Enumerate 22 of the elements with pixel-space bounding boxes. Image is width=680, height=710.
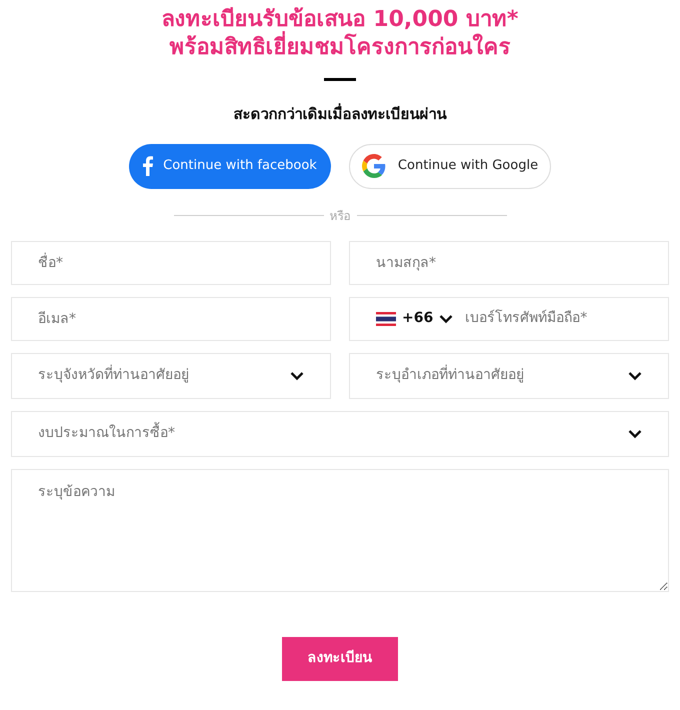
submit-button[interactable]: ลงทะเบียน [282, 636, 398, 680]
chevron-down-icon [439, 314, 454, 324]
select-field[interactable]: ระบุจังหวัดที่ท่านอาศัยอยู่ [11, 352, 331, 398]
facebook-button[interactable]: Continue with facebook [129, 144, 331, 188]
chevron-down-icon [628, 428, 642, 438]
message-field[interactable]: ระบุข้อความ [11, 468, 669, 592]
thailand-flag-icon [376, 312, 396, 326]
select-field[interactable]: ระบุอำเภอที่ท่านอาศัยอยู่ [349, 352, 669, 398]
select-field[interactable]: งบประมาณในการซื้อ* [11, 410, 669, 456]
chevron-down-icon [290, 370, 304, 380]
facebook-icon [143, 156, 154, 176]
country-code[interactable]: +66 [402, 308, 434, 329]
phone-field[interactable]: +66 เบอร์โทรศัพท์มือถือ* [349, 296, 669, 340]
text-field[interactable]: อีเมล* [11, 296, 331, 340]
google-icon [362, 154, 386, 178]
text-field[interactable]: ชื่อ* [11, 240, 331, 284]
subtitle: สะดวกกว่าเดิมเมื่อลงทะเบียนผ่าน [234, 103, 446, 125]
text-field[interactable]: นามสกุล* [349, 240, 669, 284]
google-button[interactable]: Continue with Google [349, 144, 551, 188]
divider-text: หรือ [330, 208, 350, 224]
headline: ลงทะเบียนรับข้อเสนอ 10,000 บาท* [162, 6, 518, 32]
chevron-down-icon [628, 370, 642, 380]
